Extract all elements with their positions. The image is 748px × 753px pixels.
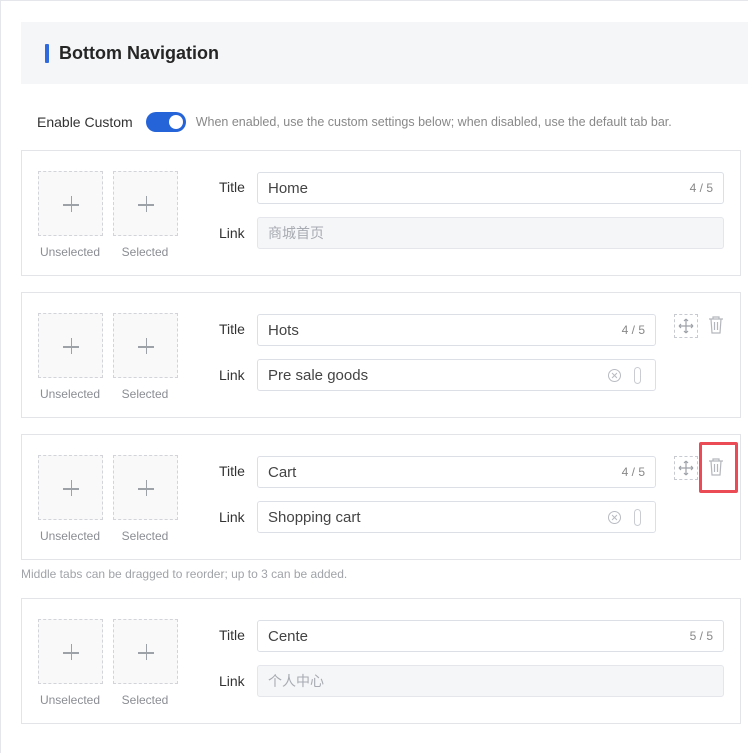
title-input[interactable]: Cente 5 / 5 bbox=[257, 620, 724, 652]
delete-trash-icon[interactable] bbox=[708, 315, 724, 335]
link-value: Shopping cart bbox=[268, 508, 361, 526]
clear-icon[interactable] bbox=[608, 511, 621, 524]
frame-border-left bbox=[0, 0, 1, 753]
drag-move-icon[interactable] bbox=[674, 314, 698, 338]
link-value: 商城首页 bbox=[268, 225, 324, 241]
unselected-label: Unselected bbox=[39, 693, 101, 707]
drag-move-icon[interactable] bbox=[674, 456, 698, 480]
enable-custom-hint: When enabled, use the custom settings be… bbox=[195, 115, 672, 129]
link-icon[interactable] bbox=[634, 509, 641, 526]
selected-icon-upload[interactable] bbox=[113, 619, 178, 684]
link-label: Link bbox=[219, 509, 245, 525]
link-value: 个人中心 bbox=[268, 673, 324, 689]
link-icon[interactable] bbox=[634, 367, 641, 384]
selected-label: Selected bbox=[121, 529, 169, 543]
selected-icon-upload[interactable] bbox=[113, 171, 178, 236]
title-value: Cente bbox=[268, 627, 309, 645]
tab-card-hots: Unselected Selected Title Hots 4 / 5 Lin… bbox=[21, 292, 741, 418]
title-value: Cart bbox=[268, 463, 297, 481]
title-value: Home bbox=[268, 179, 309, 197]
frame-border-top bbox=[0, 0, 748, 1]
toggle-knob bbox=[168, 115, 183, 129]
title-label: Title bbox=[219, 627, 245, 643]
unselected-label: Unselected bbox=[39, 387, 101, 401]
link-label: Link bbox=[219, 225, 245, 241]
title-input[interactable]: Cart 4 / 5 bbox=[257, 456, 656, 488]
link-input[interactable]: Pre sale goods bbox=[257, 359, 656, 391]
unselected-label: Unselected bbox=[39, 245, 101, 259]
selected-icon-upload[interactable] bbox=[113, 313, 178, 378]
title-label: Title bbox=[219, 179, 245, 195]
section-header: Bottom Navigation bbox=[21, 22, 748, 84]
char-counter: 5 / 5 bbox=[689, 629, 713, 643]
clear-icon[interactable] bbox=[608, 369, 621, 382]
unselected-label: Unselected bbox=[39, 529, 101, 543]
link-label: Link bbox=[219, 673, 245, 689]
char-counter: 4 / 5 bbox=[621, 323, 645, 337]
selected-label: Selected bbox=[121, 245, 169, 259]
reorder-tip: Middle tabs can be dragged to reorder; u… bbox=[21, 567, 348, 581]
tab-card-center: Unselected Selected Title Cente 5 / 5 Li… bbox=[21, 598, 741, 724]
enable-custom-toggle[interactable] bbox=[145, 112, 186, 132]
selected-label: Selected bbox=[121, 693, 169, 707]
unselected-icon-upload[interactable] bbox=[38, 455, 103, 520]
tab-card-cart: Unselected Selected Title Cart 4 / 5 Lin… bbox=[21, 434, 741, 560]
unselected-icon-upload[interactable] bbox=[38, 313, 103, 378]
section-title: Bottom Navigation bbox=[59, 43, 219, 63]
title-input[interactable]: Home 4 / 5 bbox=[257, 172, 724, 204]
enable-custom-row: Enable Custom When enabled, use the cust… bbox=[37, 111, 672, 133]
delete-button-highlight bbox=[699, 442, 738, 493]
link-label: Link bbox=[219, 367, 245, 383]
link-value: Pre sale goods bbox=[268, 366, 369, 384]
section-accent-bar bbox=[45, 44, 49, 63]
selected-label: Selected bbox=[121, 387, 169, 401]
unselected-icon-upload[interactable] bbox=[38, 619, 103, 684]
link-input[interactable]: Shopping cart bbox=[257, 501, 656, 533]
char-counter: 4 / 5 bbox=[621, 465, 645, 479]
title-label: Title bbox=[219, 463, 245, 479]
title-value: Hots bbox=[268, 321, 299, 339]
title-label: Title bbox=[219, 321, 245, 337]
unselected-icon-upload[interactable] bbox=[38, 171, 103, 236]
enable-custom-label: Enable Custom bbox=[37, 114, 133, 130]
title-input[interactable]: Hots 4 / 5 bbox=[257, 314, 656, 346]
char-counter: 4 / 5 bbox=[689, 181, 713, 195]
tab-card-home: Unselected Selected Title Home 4 / 5 Lin… bbox=[21, 150, 741, 276]
link-input: 商城首页 bbox=[257, 217, 724, 249]
selected-icon-upload[interactable] bbox=[113, 455, 178, 520]
link-input: 个人中心 bbox=[257, 665, 724, 697]
